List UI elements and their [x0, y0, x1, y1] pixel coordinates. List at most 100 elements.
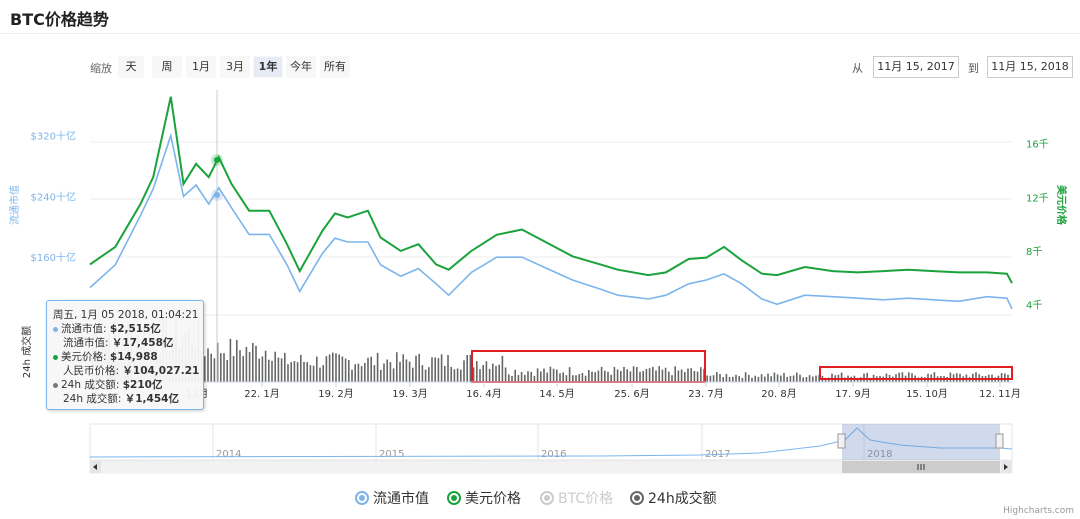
volume-bar	[709, 375, 712, 382]
volume-bar	[280, 358, 283, 382]
volume-bar	[648, 368, 651, 382]
tooltip-value: ￥104,027.21	[122, 365, 200, 377]
volume-bar	[476, 361, 478, 382]
volume-bar	[677, 370, 680, 382]
volume-bar	[700, 367, 702, 382]
volume-bar	[210, 353, 212, 382]
volume-bar	[568, 367, 571, 382]
volume-bar	[796, 372, 798, 382]
tooltip-label: 流通市值:	[61, 323, 110, 335]
volume-bar	[972, 373, 974, 382]
grid-lines	[90, 141, 1012, 316]
volume-bar	[389, 362, 392, 382]
volume-bar	[268, 359, 270, 382]
tooltip-label: 人民币价格:	[63, 365, 123, 377]
volume-bar	[716, 372, 718, 382]
volume-bar	[466, 355, 468, 382]
volume-bar	[245, 346, 248, 382]
volume-bar	[335, 353, 337, 382]
volume-bar	[479, 369, 481, 382]
volume-bar	[655, 370, 657, 382]
tooltip-label: 24h 成交额:	[61, 379, 123, 391]
volume-bar	[271, 360, 273, 382]
volume-bar	[751, 377, 753, 382]
volume-bar	[572, 375, 574, 382]
x-tick-label: 20. 8月	[761, 388, 796, 400]
volume-bar	[693, 371, 696, 382]
volume-bar	[754, 375, 756, 382]
volume-bar	[712, 375, 715, 382]
volume-bar	[492, 363, 494, 382]
volume-axis-label: 24h 成交额	[20, 326, 33, 378]
legend-item-volume[interactable]: 24h成交额	[630, 488, 717, 508]
volume-bar	[840, 372, 843, 382]
volume-bar	[434, 357, 436, 382]
volume-bar	[319, 367, 321, 382]
volume-bar	[866, 372, 868, 382]
volume-bar	[296, 362, 299, 382]
volume-bar	[725, 373, 728, 382]
volume-bar	[687, 368, 689, 382]
volume-bar	[367, 357, 369, 382]
volume-bar	[386, 359, 388, 382]
volume-bar	[258, 358, 260, 382]
volume-bar	[380, 369, 382, 382]
volume-bar	[885, 373, 888, 382]
volume-bar	[620, 371, 622, 382]
volume-bar	[341, 356, 344, 382]
volume-bar	[504, 367, 507, 382]
volume-bar	[792, 375, 795, 382]
volume-bar	[543, 368, 545, 382]
legend-item-usd-price[interactable]: 美元价格	[447, 488, 521, 508]
volume-bar	[338, 354, 340, 382]
volume-bar	[735, 374, 737, 382]
volume-bar	[773, 372, 776, 382]
volume-bar	[373, 365, 376, 382]
volume-bar	[540, 371, 542, 382]
volume-bar	[463, 360, 465, 382]
volume-bar	[264, 350, 267, 382]
x-tick-label: 12. 11月	[979, 388, 1021, 400]
right-axis-label: 美元价格	[1055, 185, 1068, 226]
tooltip-value: $210亿	[122, 379, 163, 391]
volume-bar	[444, 365, 446, 382]
right-tick-label: 4千	[1026, 300, 1042, 312]
volume-bar	[306, 362, 308, 382]
navigator-handle-left[interactable]	[837, 433, 846, 449]
volume-bar	[300, 354, 302, 382]
volume-bar	[399, 361, 401, 382]
volume-bar	[594, 372, 596, 382]
navigator-handle-right[interactable]	[995, 433, 1004, 449]
volume-bar	[722, 377, 724, 382]
hover-point-market-cap	[214, 192, 220, 198]
volume-bar	[255, 345, 257, 382]
volume-bar	[415, 355, 417, 382]
volume-bar	[498, 364, 500, 382]
volume-bar	[549, 366, 552, 382]
right-tick-label: 8千	[1026, 246, 1042, 258]
legend-label: 流通市值	[373, 491, 429, 507]
volume-bar	[949, 372, 952, 382]
volume-bar	[661, 369, 664, 382]
volume-bar	[652, 366, 654, 382]
volume-bar	[604, 370, 606, 382]
legend-item-btc-price[interactable]: BTC价格	[540, 488, 613, 508]
volume-bar	[562, 372, 564, 382]
volume-bar	[933, 372, 936, 382]
navigator-selection-mask[interactable]	[842, 424, 1000, 460]
volume-bar	[728, 377, 731, 382]
volume-bar	[636, 367, 638, 382]
navigator-tick-label: 2016	[541, 449, 566, 460]
legend-symbol-icon	[630, 491, 644, 505]
volume-bar	[616, 369, 619, 382]
volume-bar	[1000, 373, 1003, 382]
legend-item-market-cap[interactable]: 流通市值	[355, 488, 429, 508]
volume-bar	[460, 369, 462, 382]
volume-bar	[392, 368, 395, 382]
volume-bar	[642, 371, 644, 382]
volume-bar	[316, 356, 318, 382]
volume-bar	[680, 369, 683, 382]
credits-link[interactable]: Highcharts.com	[1003, 506, 1074, 516]
volume-bar	[312, 365, 315, 382]
volume-bar	[488, 368, 491, 382]
